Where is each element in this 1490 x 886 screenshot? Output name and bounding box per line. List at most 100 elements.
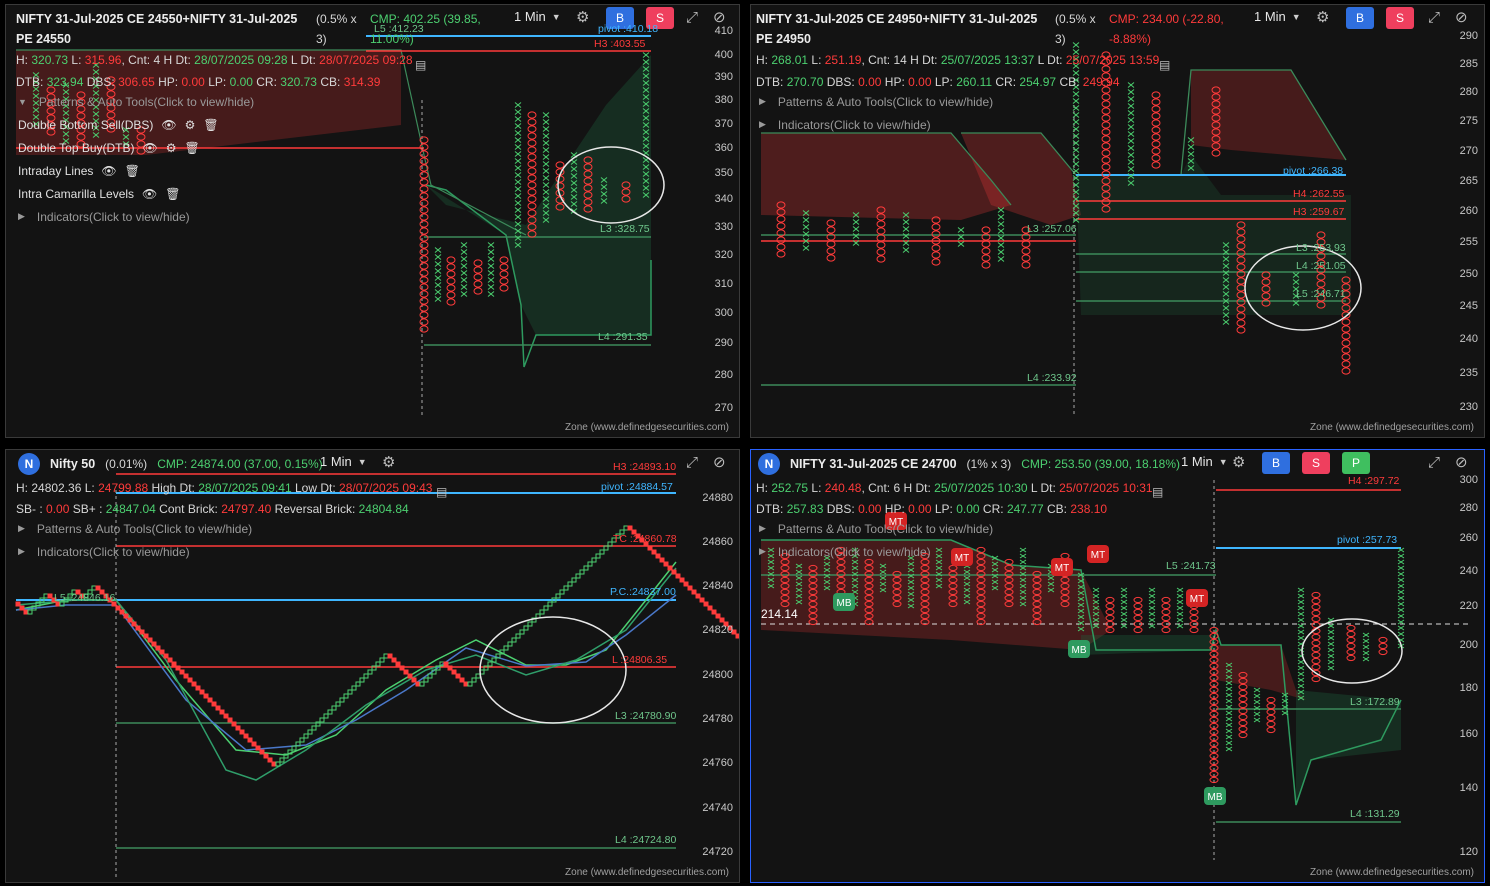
pnf-x-mark [1127,82,1135,88]
gear-icon[interactable]: ⚙ [1316,10,1329,26]
eye-icon[interactable]: 👁 [142,187,157,201]
patterns-toggle[interactable]: ▶ Patterns & Auto Tools(Click to view/hid… [759,90,993,113]
trash-icon[interactable]: 🗑 [203,118,218,132]
pnf-o-mark [419,241,429,249]
instrument-title: NIFTY 31-Jul-2025 CE 24700 [790,457,957,471]
renko-up-brick [567,581,573,587]
pnf-x-mark [1148,593,1156,599]
pnf-x-mark [434,261,442,267]
pnf-o-mark [419,185,429,193]
renko-up-brick [523,625,529,631]
timeframe-select[interactable]: 1 Min ▼ [320,454,367,469]
tool-item-dbs[interactable]: Double Bottom Sell(DBS) 👁 ⚙ 🗑 [18,113,254,136]
pnf-x-mark [1297,671,1305,677]
renko-down-brick [211,701,217,707]
tool-item-intraday[interactable]: Intraday Lines 👁 🗑 [18,159,254,182]
pnf-o-mark [1161,626,1171,634]
tool-item-camarilla[interactable]: Intra Camarilla Levels 👁 🗑 [18,182,254,205]
close-icon[interactable]: ⊘ [713,10,726,26]
renko-down-brick [447,665,453,671]
pnf-chart-2[interactable] [751,5,1485,438]
pnf-x-mark [1072,161,1080,167]
expand-icon[interactable]: ⤢ [686,10,698,26]
pnf-o-mark [1378,648,1388,656]
gear-icon[interactable]: ⚙ [382,455,395,471]
renko-down-brick [255,745,261,751]
gear-icon[interactable]: ⚙ [1232,455,1245,471]
level-label: L :24806.35 [612,654,668,666]
gear-icon[interactable]: ⚙ [576,10,589,26]
pnf-o-mark [1341,325,1351,333]
expand-icon[interactable]: ⤢ [1428,10,1440,26]
pnf-x-mark [542,133,550,139]
renko-up-brick [311,725,317,731]
renko-up-brick [587,561,593,567]
patterns-toggle[interactable]: ▶ Patterns & Auto Tools(Click to view/hid… [18,517,252,540]
pnf-x-mark [1019,547,1027,553]
pnf-x-mark [542,161,550,167]
buy-button[interactable]: B [1262,452,1290,474]
renko-down-brick [131,621,137,627]
patterns-toggle[interactable]: ▶ Patterns & Auto Tools(Click to view/hid… [759,517,993,540]
price-tick: 24840 [702,580,733,592]
sell-button[interactable]: S [1302,452,1330,474]
eye-icon[interactable]: 👁 [161,118,176,132]
renko-up-brick [383,653,389,659]
sell-button[interactable]: S [1386,7,1414,29]
renko-up-brick [347,689,353,695]
timeframe-select[interactable]: 1 Min ▼ [1254,9,1301,24]
trash-icon[interactable]: 🗑 [125,164,140,178]
position-button[interactable]: P [1342,452,1370,474]
hl-line: H: 24802.36 L: 24799.88 High Dt: 28/07/2… [16,481,433,495]
renko-down-brick [391,657,397,663]
close-icon[interactable]: ⊘ [1455,455,1468,471]
pnf-o-mark [981,240,991,248]
close-icon[interactable]: ⊘ [713,455,726,471]
pnf-x-mark [1253,717,1261,723]
buy-button[interactable]: B [1346,7,1374,29]
indicators-toggle[interactable]: ▶ Indicators(Click to view/hide) [18,540,252,563]
pnf-x-mark [1362,644,1370,650]
comment-icon[interactable]: ▤ [415,57,426,73]
level-label: H3 :259.67 [1293,206,1345,218]
eye-icon[interactable]: 👁 [143,141,158,155]
expand-icon[interactable]: ⤢ [1428,455,1440,471]
chart-panel-1[interactable]: NIFTY 31-Jul-2025 CE 24550+NIFTY 31-Jul-… [5,4,740,438]
renko-down-brick [127,617,133,623]
indicators-toggle[interactable]: ▶ Indicators(Click to view/hide) [18,205,254,228]
indicators-toggle[interactable]: ▶ Indicators(Click to view/hide) [759,540,993,563]
trash-icon[interactable]: 🗑 [185,141,200,155]
eye-icon[interactable]: 👁 [101,164,116,178]
pnf-x-mark [1297,629,1305,635]
pnf-x-mark [514,116,522,122]
comment-icon[interactable]: ▤ [1152,484,1163,500]
pnf-x-mark [1225,746,1233,752]
comment-icon[interactable]: ▤ [1159,57,1170,73]
timeframe-select[interactable]: 1 Min ▼ [1181,454,1228,469]
tool-item-dtb[interactable]: Double Top Buy(DTB) 👁 ⚙ 🗑 [18,136,254,159]
trash-icon[interactable]: 🗑 [165,187,180,201]
price-tick: 390 [714,71,733,83]
gear-icon[interactable]: ⚙ [166,141,177,155]
pnf-x-mark [1362,650,1370,656]
timeframe-select[interactable]: 1 Min ▼ [514,9,561,24]
chart-panel-3[interactable]: N Nifty 50 (0.01%) CMP: 24874.00 (37.00,… [5,449,740,883]
comment-icon[interactable]: ▤ [436,484,447,500]
pnf-o-mark [826,247,836,255]
expand-icon[interactable]: ⤢ [686,455,698,471]
level-label: H3 :24893.10 [613,461,677,473]
pnf-o-mark [1189,614,1199,622]
pnf-x-mark [1176,593,1184,599]
renko-up-brick [467,681,473,687]
indicators-toggle[interactable]: ▶ Indicators(Click to view/hide) [759,113,993,136]
renko-down-brick [403,669,409,675]
close-icon[interactable]: ⊘ [1455,10,1468,26]
renko-down-brick [271,761,277,767]
chart-panel-4[interactable]: MT MT MT MT MT MB MB MB N NIFTY 31-Jul-2025 CE … [750,449,1485,883]
chart-panel-2[interactable]: NIFTY 31-Jul-2025 CE 24950+NIFTY 31-Jul-… [750,4,1485,438]
gear-icon[interactable]: ⚙ [185,118,196,132]
renko-up-brick [559,589,565,595]
nse-badge: N [758,453,780,475]
pnf-x-mark [802,245,810,251]
patterns-toggle[interactable]: ▼ Patterns & Auto Tools(Click to view/hid… [18,90,254,113]
